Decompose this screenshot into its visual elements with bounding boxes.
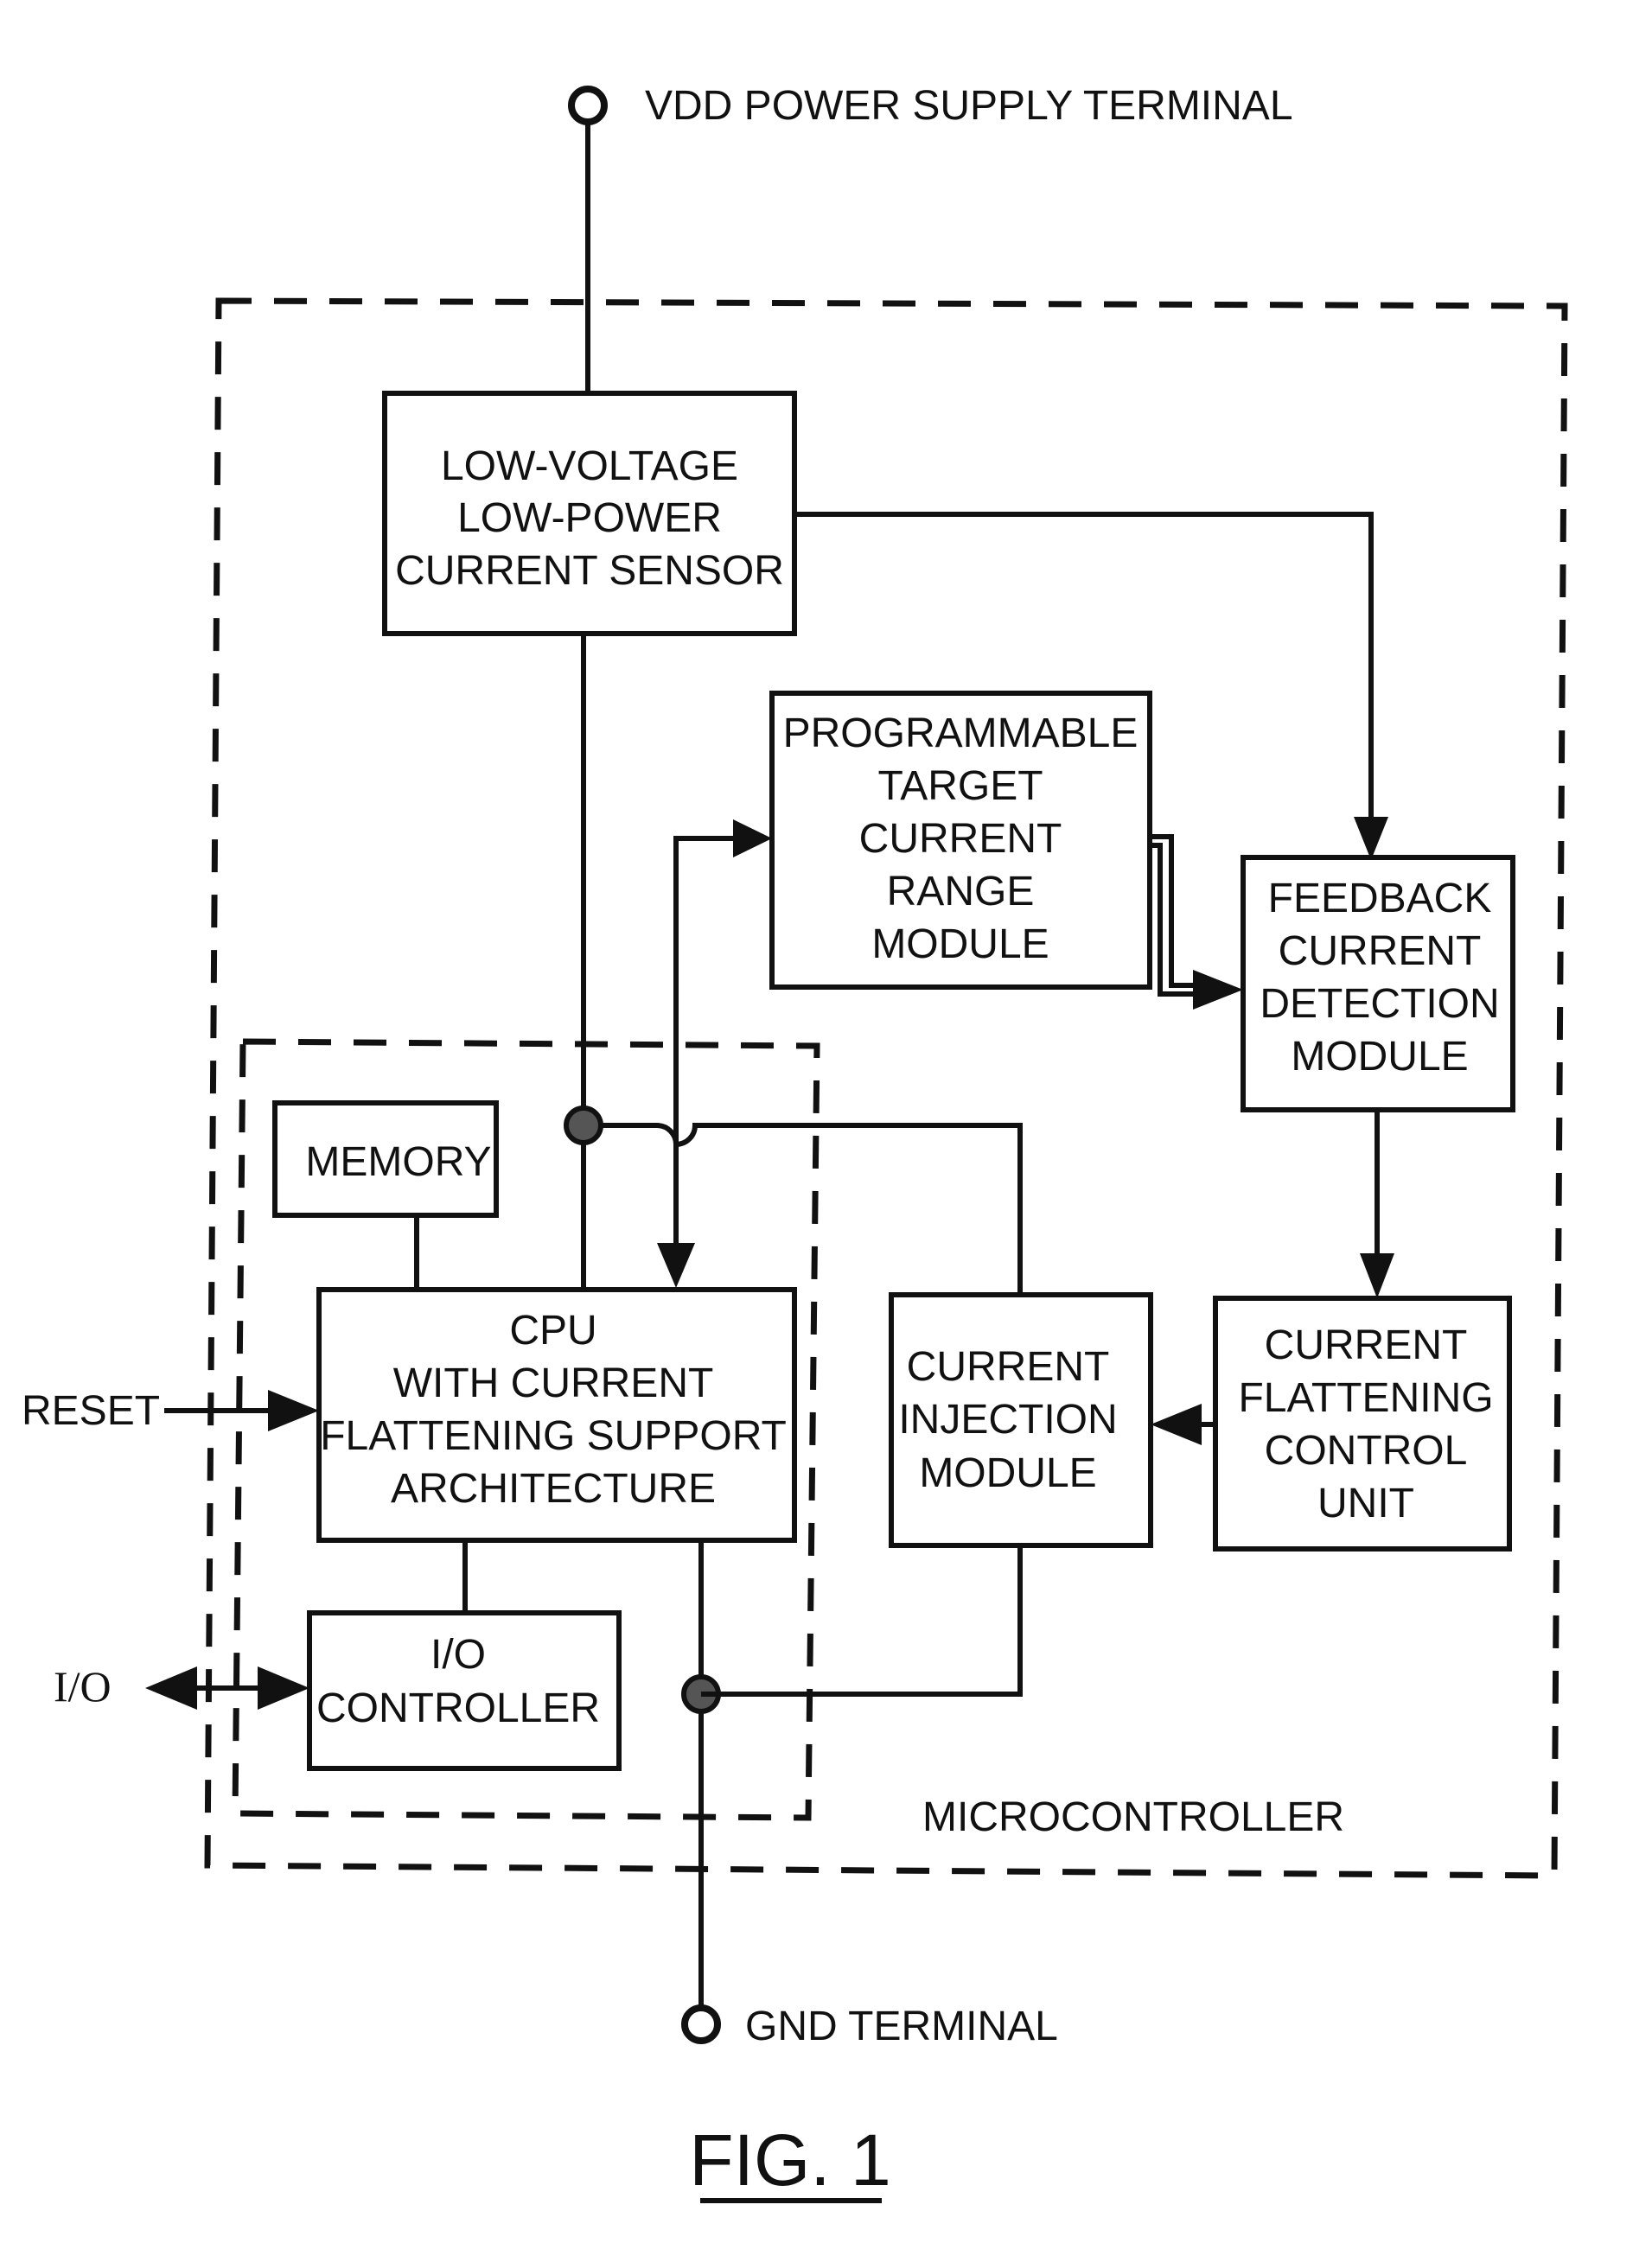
- memory-label: MEMORY: [305, 1139, 491, 1185]
- arrow-head-icon: [1360, 1253, 1394, 1298]
- figure-caption: FIG. 1: [689, 2119, 890, 2201]
- vdd-terminal-icon: [568, 86, 608, 125]
- arrow-head-icon: [657, 1243, 695, 1288]
- cpu-line-3: FLATTENING SUPPORT: [320, 1413, 787, 1459]
- gnd-terminal-label: GND TERMINAL: [745, 2004, 1058, 2049]
- vdd-terminal-label: VDD POWER SUPPLY TERMINAL: [645, 83, 1293, 129]
- arrow-head-icon: [1354, 817, 1388, 860]
- control-line-2: FLATTENING: [1238, 1375, 1493, 1421]
- reset-label: RESET: [22, 1388, 160, 1434]
- gnd-terminal-icon: [681, 2004, 721, 2044]
- current-sensor-line-2: LOW-POWER: [457, 495, 722, 541]
- cpu-range-wire-upper: [673, 836, 743, 1072]
- cpu-line-2: WITH CURRENT: [393, 1360, 714, 1406]
- current-sensor-line-3: CURRENT SENSOR: [395, 548, 784, 594]
- injection-to-node-wire: [701, 1545, 1023, 1697]
- arrow-head-icon: [1151, 1404, 1202, 1445]
- control-line-1: CURRENT: [1265, 1322, 1468, 1368]
- current-sensor-line-1: LOW-VOLTAGE: [441, 443, 738, 489]
- arrow-head-icon: [268, 1390, 319, 1431]
- microcontroller-label: MICROCONTROLLER: [922, 1794, 1344, 1840]
- junction-node-upper: [564, 1106, 603, 1145]
- cpu-line-1: CPU: [509, 1308, 596, 1354]
- target-range-line-2: TARGET: [877, 763, 1043, 809]
- arrow-head-icon: [1193, 970, 1243, 1010]
- target-range-line-1: PROGRAMMABLE: [783, 710, 1139, 756]
- arrow-head-icon: [733, 819, 772, 857]
- target-range-line-4: RANGE: [887, 869, 1035, 914]
- cpu-line-4: ARCHITECTURE: [391, 1466, 716, 1512]
- arrow-head-icon: [145, 1666, 197, 1710]
- feedback-line-1: FEEDBACK: [1268, 876, 1492, 921]
- feedback-line-2: CURRENT: [1279, 928, 1482, 974]
- feedback-line-3: DETECTION: [1260, 981, 1499, 1027]
- io-controller-line-1: I/O: [431, 1632, 486, 1678]
- injection-line-2: INJECTION: [898, 1397, 1117, 1443]
- injection-line-1: CURRENT: [907, 1344, 1110, 1390]
- feedback-line-4: MODULE: [1291, 1034, 1468, 1080]
- target-range-line-5: MODULE: [871, 921, 1049, 967]
- arrow-head-icon: [258, 1666, 309, 1710]
- io-label: I/O: [54, 1662, 112, 1711]
- target-range-line-3: CURRENT: [859, 816, 1062, 862]
- control-line-4: UNIT: [1317, 1481, 1414, 1526]
- injection-line-3: MODULE: [919, 1450, 1096, 1496]
- io-controller-line-2: CONTROLLER: [316, 1685, 600, 1731]
- control-line-3: CONTROL: [1265, 1428, 1468, 1474]
- node-to-injection-wire: [584, 1123, 1023, 1295]
- block-diagram: VDD POWER SUPPLY TERMINAL LOW-VOLTAGE LO…: [22, 83, 1568, 2203]
